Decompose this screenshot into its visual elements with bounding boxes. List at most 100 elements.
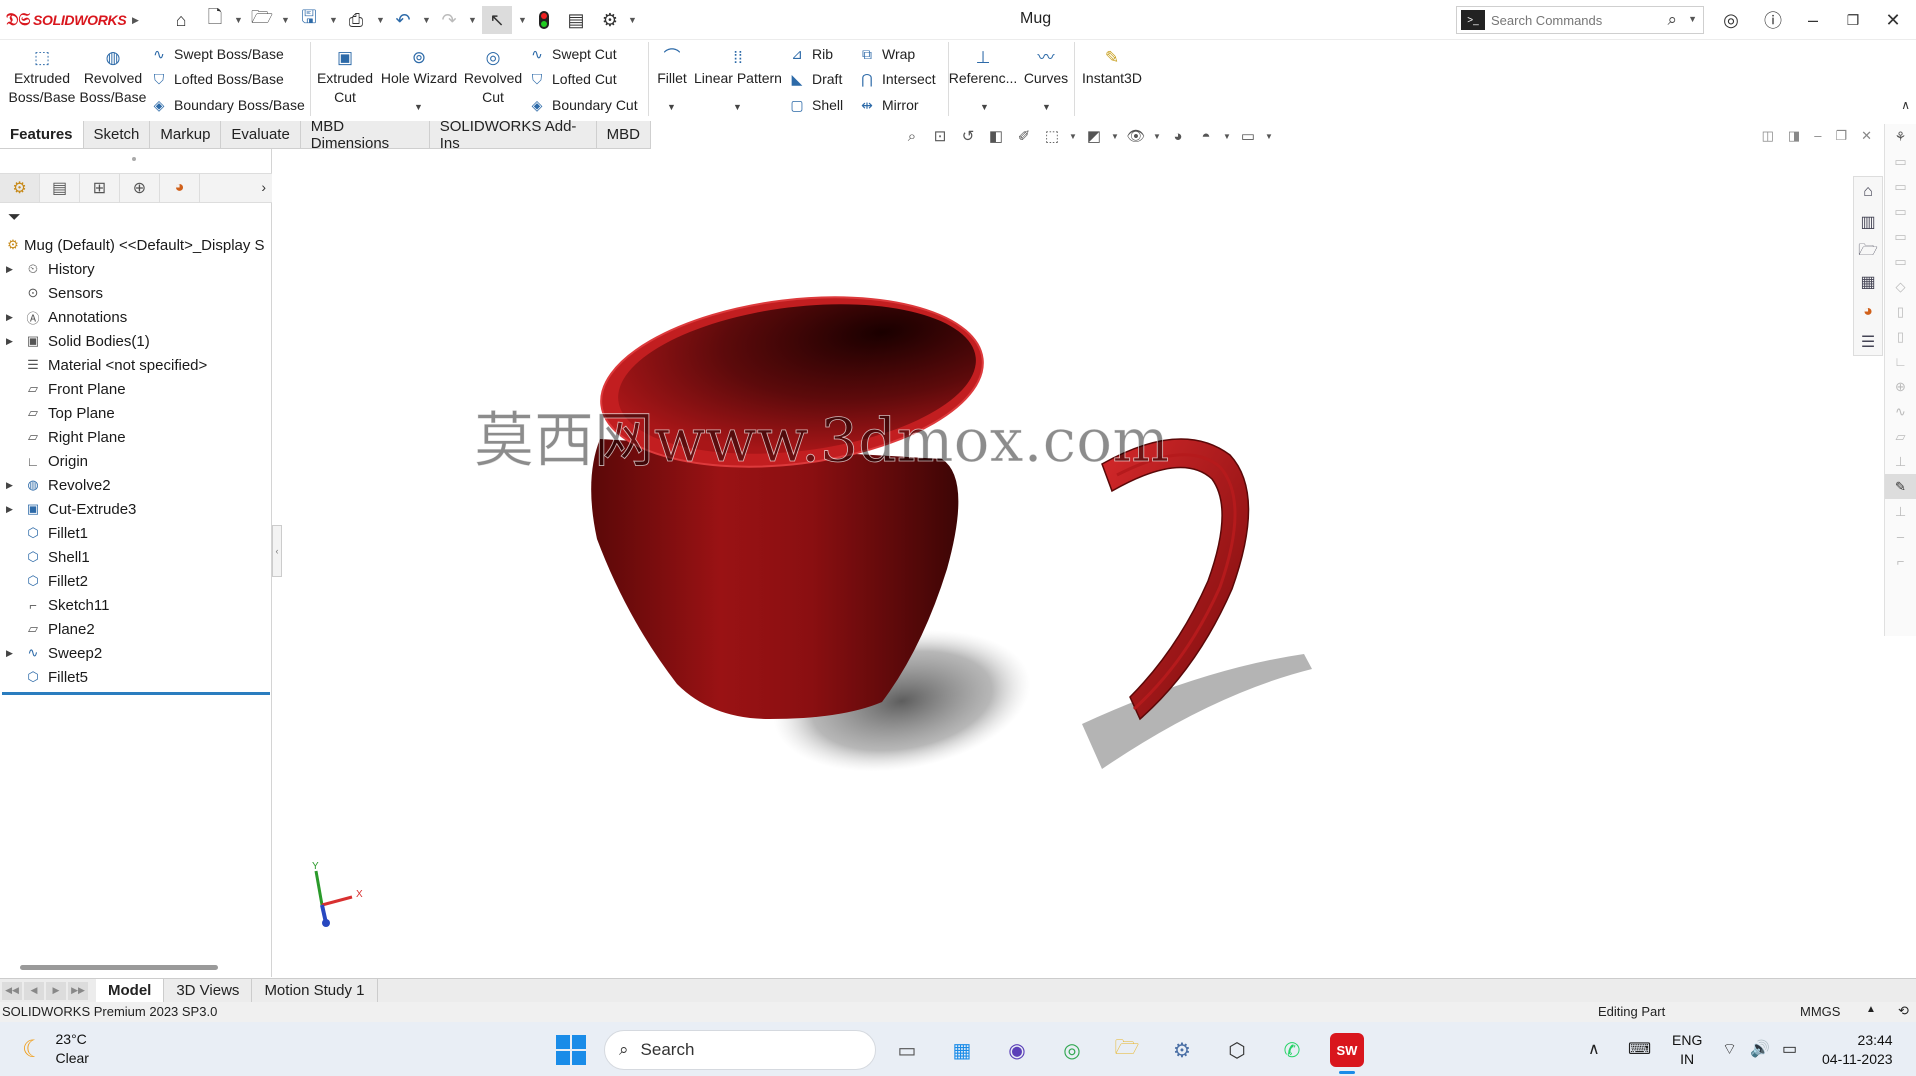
- reference-geometry-button[interactable]: ⊥ Referenc...: [949, 42, 1017, 88]
- restore-icon[interactable]: ❐: [1840, 8, 1866, 32]
- tree-item-material[interactable]: ☰ Material <not specified>: [0, 353, 270, 377]
- curves-dropdown-icon[interactable]: ▼: [1042, 102, 1051, 112]
- open-icon[interactable]: 🗁: [250, 6, 274, 34]
- wrap-button[interactable]: ⧉ Wrap: [858, 43, 915, 65]
- tab-markup[interactable]: Markup: [150, 121, 222, 148]
- previous-view-icon[interactable]: ↺: [956, 127, 980, 145]
- solidworks-logo[interactable]: 𝔇𝔖 SOLIDWORKS: [6, 8, 127, 32]
- units-caret-icon[interactable]: ▲: [1866, 1004, 1876, 1015]
- redo-icon[interactable]: ↷: [438, 6, 460, 34]
- print-icon[interactable]: ⎙: [344, 6, 368, 34]
- show-hidden-icons-icon[interactable]: ∧: [1588, 1039, 1600, 1059]
- intersect-button[interactable]: ⋂ Intersect: [858, 68, 935, 90]
- tab-mbd[interactable]: MBD: [596, 121, 651, 148]
- panel-grip[interactable]: [132, 157, 136, 161]
- whatsapp-icon[interactable]: ✆: [1275, 1033, 1309, 1067]
- display-style-dropdown-icon[interactable]: ▼: [1110, 132, 1120, 141]
- view-palette-icon[interactable]: ▦: [1854, 267, 1882, 297]
- task-pane-item-icon[interactable]: ▱: [1885, 424, 1916, 449]
- viewport-split-icon[interactable]: ◫: [1762, 128, 1774, 144]
- tree-item-annotations[interactable]: ▶ Ⓐ Annotations: [0, 305, 270, 329]
- save-dropdown-icon[interactable]: ▼: [329, 6, 338, 34]
- expand-caret-icon[interactable]: ▶: [6, 336, 13, 347]
- task-view-icon[interactable]: ▭: [890, 1033, 924, 1067]
- extruded-cut-button[interactable]: ▣ Extruded Cut: [314, 42, 376, 107]
- task-pane-file-explorer-icon[interactable]: ▭: [1885, 174, 1916, 199]
- tree-item-fillet1[interactable]: ⬡ Fillet1: [0, 521, 270, 545]
- boundary-boss-button[interactable]: ◈ Boundary Boss/Base: [150, 94, 305, 116]
- swept-boss-button[interactable]: ∿ Swept Boss/Base: [150, 43, 284, 65]
- view-home-icon[interactable]: ⌂: [1854, 177, 1882, 207]
- tree-item-fillet5[interactable]: ⬡ Fillet5: [0, 665, 270, 689]
- expand-caret-icon[interactable]: ▶: [6, 264, 13, 275]
- chrome-icon[interactable]: ◎: [1055, 1033, 1089, 1067]
- task-pane-active-icon[interactable]: ✎: [1885, 474, 1916, 499]
- select-pointer-icon[interactable]: ↖: [482, 6, 512, 34]
- task-pane-view-palette-icon[interactable]: ▭: [1885, 199, 1916, 224]
- scene-dropdown-icon[interactable]: ▼: [1222, 132, 1232, 141]
- curves-button[interactable]: 〰 Curves: [1020, 42, 1072, 88]
- apply-scene-icon[interactable]: ◓: [1194, 128, 1218, 145]
- tab-3d-views[interactable]: 3D Views: [164, 978, 253, 1003]
- extruded-boss-button[interactable]: ⬚ Extruded Boss/Base: [4, 42, 80, 107]
- rollback-bar[interactable]: [2, 692, 270, 695]
- tab-motion-study-1[interactable]: Motion Study 1: [252, 978, 378, 1003]
- tree-item-history[interactable]: ▶ ⏲ History: [0, 257, 270, 281]
- viewport-restore-icon[interactable]: ❐: [1835, 128, 1847, 144]
- lofted-cut-button[interactable]: ⛉ Lofted Cut: [528, 68, 617, 90]
- undo-dropdown-icon[interactable]: ▼: [422, 6, 431, 34]
- task-pane-item-icon[interactable]: ⌐: [1885, 549, 1916, 574]
- tree-item-sensors[interactable]: ⊙ Sensors: [0, 281, 270, 305]
- search-icon[interactable]: ⌕: [1667, 10, 1677, 30]
- redo-dropdown-icon[interactable]: ▼: [468, 6, 477, 34]
- undo-icon[interactable]: ↶: [392, 6, 414, 34]
- viewport-minimize-icon[interactable]: –: [1814, 128, 1821, 144]
- select-dropdown-icon[interactable]: ▼: [518, 6, 527, 34]
- zoom-to-area-icon[interactable]: ⊡: [928, 127, 952, 145]
- tree-item-revolve2[interactable]: ▶ ◍ Revolve2: [0, 473, 270, 497]
- app-cube-icon[interactable]: ⬡: [1220, 1033, 1254, 1067]
- instant3d-button[interactable]: ✎ Instant3D: [1076, 42, 1148, 88]
- panel-splitter[interactable]: ‹: [272, 525, 282, 577]
- next-tab-icon[interactable]: ▶: [46, 981, 66, 1000]
- tree-item-sketch11[interactable]: ⌐ Sketch11: [0, 593, 270, 617]
- tab-mbd-dimensions[interactable]: MBD Dimensions: [300, 118, 430, 152]
- tree-item-right-plane[interactable]: ▱ Right Plane: [0, 425, 270, 449]
- swept-cut-button[interactable]: ∿ Swept Cut: [528, 43, 616, 65]
- expand-caret-icon[interactable]: ▶: [6, 312, 13, 323]
- linear-pattern-dropdown-icon[interactable]: ▼: [733, 102, 742, 112]
- tree-item-top-plane[interactable]: ▱ Top Plane: [0, 401, 270, 425]
- task-pane-item-icon[interactable]: ∟: [1885, 349, 1916, 374]
- tab-model[interactable]: Model: [96, 978, 165, 1003]
- tree-item-plane2[interactable]: ▱ Plane2: [0, 617, 270, 641]
- fillet-dropdown-icon[interactable]: ▼: [667, 102, 676, 112]
- panel-horizontal-scrollbar[interactable]: [20, 965, 218, 970]
- language-indicator[interactable]: ENG IN: [1672, 1031, 1702, 1069]
- hide-show-dropdown-icon[interactable]: ▼: [1152, 132, 1162, 141]
- zoom-to-fit-icon[interactable]: ⌕: [900, 128, 924, 145]
- configuration-manager-tab-icon[interactable]: ⊞: [80, 174, 120, 202]
- battery-icon[interactable]: ▭: [1782, 1039, 1797, 1059]
- view-orientation-dropdown-icon[interactable]: ▼: [1068, 132, 1078, 141]
- search-commands-input[interactable]: >_ Search Commands ⌕ ▼: [1456, 6, 1704, 34]
- display-manager-tab-icon[interactable]: ◕: [160, 174, 200, 202]
- task-pane-custom-properties-icon[interactable]: ▭: [1885, 249, 1916, 274]
- options-gear-icon[interactable]: ⚙: [598, 6, 622, 34]
- graphics-area[interactable]: 莫西网www.3dmox.com Y X: [258, 149, 1880, 977]
- menu-expand-icon[interactable]: ▶: [132, 6, 139, 34]
- hole-wizard-dropdown-icon[interactable]: ▼: [414, 102, 423, 112]
- edit-appearance-icon[interactable]: ◕: [1166, 128, 1190, 145]
- keyboard-icon[interactable]: ⌨: [1628, 1039, 1651, 1059]
- draft-button[interactable]: ◣ Draft: [788, 68, 843, 90]
- tree-item-shell1[interactable]: ⬡ Shell1: [0, 545, 270, 569]
- task-pane-item-icon[interactable]: ▯: [1885, 299, 1916, 324]
- filter-icon[interactable]: ⏷: [8, 209, 21, 227]
- viewport-tile-icon[interactable]: ◨: [1788, 128, 1800, 144]
- revolved-cut-button[interactable]: ◎ Revolved Cut: [462, 42, 524, 107]
- new-dropdown-icon[interactable]: ▼: [234, 6, 243, 34]
- mug-model[interactable]: 莫西网www.3dmox.com: [258, 149, 1880, 977]
- hide-show-items-icon[interactable]: 👁: [1124, 127, 1148, 145]
- lofted-boss-button[interactable]: ⛉ Lofted Boss/Base: [150, 68, 284, 90]
- save-icon[interactable]: 🖫: [297, 6, 321, 34]
- microsoft-store-icon[interactable]: ▦: [945, 1033, 979, 1067]
